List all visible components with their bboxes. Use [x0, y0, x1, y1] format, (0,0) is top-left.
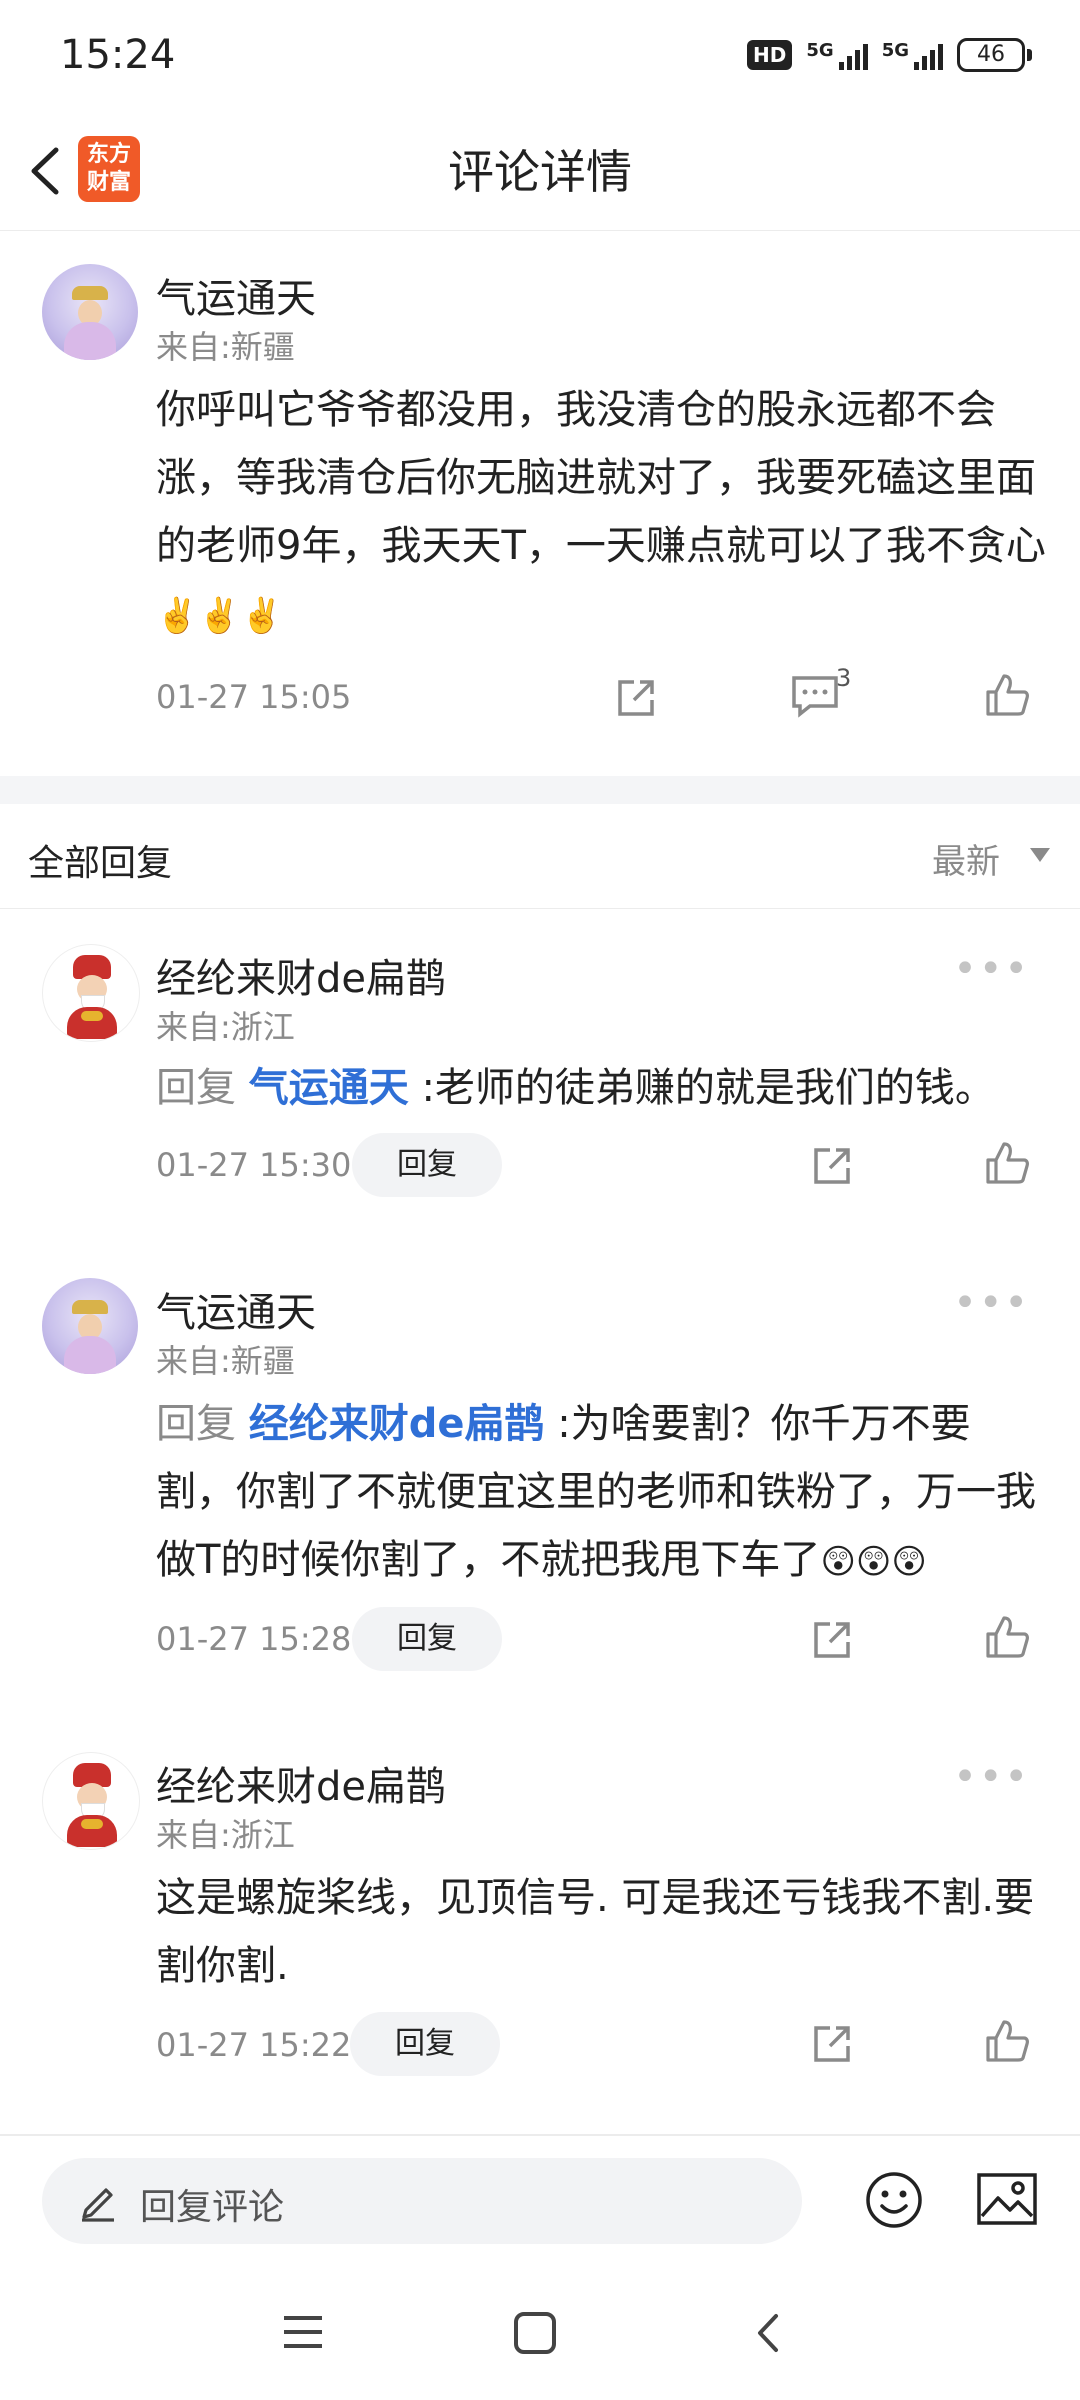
victory-emoji: ✌️✌️✌️: [156, 596, 284, 636]
caret-down-icon[interactable]: [1030, 848, 1050, 862]
header: 东方 财富 评论详情: [0, 118, 1080, 231]
system-nav-bar: [0, 2260, 1080, 2400]
more-options-icon[interactable]: •••: [953, 1280, 1030, 1326]
image-icon[interactable]: [976, 2172, 1038, 2230]
battery-icon: 46: [957, 38, 1032, 72]
thumbs-up-icon[interactable]: [984, 1614, 1030, 1664]
signal-icon: 5G: [806, 40, 868, 70]
smiley-icon[interactable]: [864, 2170, 924, 2234]
astonished-emoji: 😲😲😲: [820, 1542, 927, 1582]
hd-voice-icon: HD: [747, 40, 793, 70]
reply-location: 来自:浙江: [156, 1816, 295, 1854]
reply-input[interactable]: 回复评论: [42, 2158, 802, 2244]
reply-timestamp: 01-27 15:22: [156, 2026, 352, 2064]
comment-location: 来自:新疆: [156, 328, 295, 366]
reply-timestamp: 01-27 15:28: [156, 1620, 352, 1658]
signal-icon-2: 5G: [882, 40, 943, 70]
reply-username[interactable]: 经纶来财de扁鹊: [156, 946, 446, 1004]
thumbs-up-icon[interactable]: [984, 2018, 1030, 2068]
avatar[interactable]: [42, 1752, 140, 1850]
battery-level: 46: [957, 38, 1025, 72]
thumbs-up-icon[interactable]: [984, 672, 1030, 722]
reply-text: 这是螺旋桨线，见顶信号. 可是我还亏钱我不割.要割你割.: [156, 1875, 1035, 1989]
share-icon[interactable]: [612, 674, 660, 726]
reply-button[interactable]: 回复: [350, 2012, 500, 2076]
sort-dropdown[interactable]: 最新: [932, 834, 1000, 883]
avatar[interactable]: [42, 944, 140, 1042]
more-options-icon[interactable]: •••: [953, 1754, 1030, 1800]
page-title: 评论详情: [448, 145, 632, 199]
back-nav-icon[interactable]: [748, 2310, 788, 2356]
reply-location: 来自:新疆: [156, 1342, 295, 1380]
bottom-divider: [0, 2134, 1080, 2136]
comment-timestamp: 01-27 15:05: [156, 678, 352, 716]
section-separator: [0, 776, 1080, 804]
thumbs-up-icon[interactable]: [984, 1140, 1030, 1190]
reply-button[interactable]: 回复: [352, 1133, 502, 1197]
home-icon[interactable]: [512, 2310, 558, 2356]
comment-username[interactable]: 气运通天: [156, 266, 316, 324]
reply-text: 回复 经纶来财de扁鹊 :为啥要割？你千万不要割，你割了不就便宜这里的老师和铁粉…: [156, 1390, 1046, 1596]
avatar[interactable]: [42, 264, 138, 360]
pencil-icon: [82, 2188, 114, 2222]
reply-username[interactable]: 经纶来财de扁鹊: [156, 1754, 446, 1812]
mention-link[interactable]: 经纶来财de扁鹊: [249, 1401, 545, 1447]
share-icon[interactable]: [808, 2020, 856, 2072]
replies-title: 全部回复: [28, 843, 173, 884]
share-icon[interactable]: [808, 1142, 856, 1194]
comment-icon[interactable]: [790, 674, 840, 722]
replies-header: 全部回复 最新: [0, 804, 1080, 909]
avatar[interactable]: [42, 1278, 138, 1374]
status-time: 15:24: [60, 32, 176, 78]
status-icons: HD 5G 5G 46: [747, 38, 1032, 72]
mention-link[interactable]: 气运通天: [249, 1065, 409, 1111]
status-bar: 15:24 HD 5G 5G 46: [0, 0, 1080, 118]
reply-username[interactable]: 气运通天: [156, 1280, 316, 1338]
menu-icon[interactable]: [280, 2312, 326, 2352]
reply-text: 回复 气运通天 :老师的徒弟赚的就是我们的钱。: [156, 1065, 995, 1111]
reply-button[interactable]: 回复: [352, 1607, 502, 1671]
reply-input-placeholder: 回复评论: [140, 2187, 285, 2228]
more-options-icon[interactable]: •••: [953, 946, 1030, 992]
share-icon[interactable]: [808, 1616, 856, 1668]
reply-timestamp: 01-27 15:30: [156, 1146, 352, 1184]
comment-text: 你呼叫它爷爷都没用，我没清仓的股永远都不会涨，等我清仓后你无脑进就对了，我要死磕…: [156, 376, 1046, 650]
reply-count-badge: 3: [836, 664, 852, 692]
reply-location: 来自:浙江: [156, 1008, 295, 1046]
